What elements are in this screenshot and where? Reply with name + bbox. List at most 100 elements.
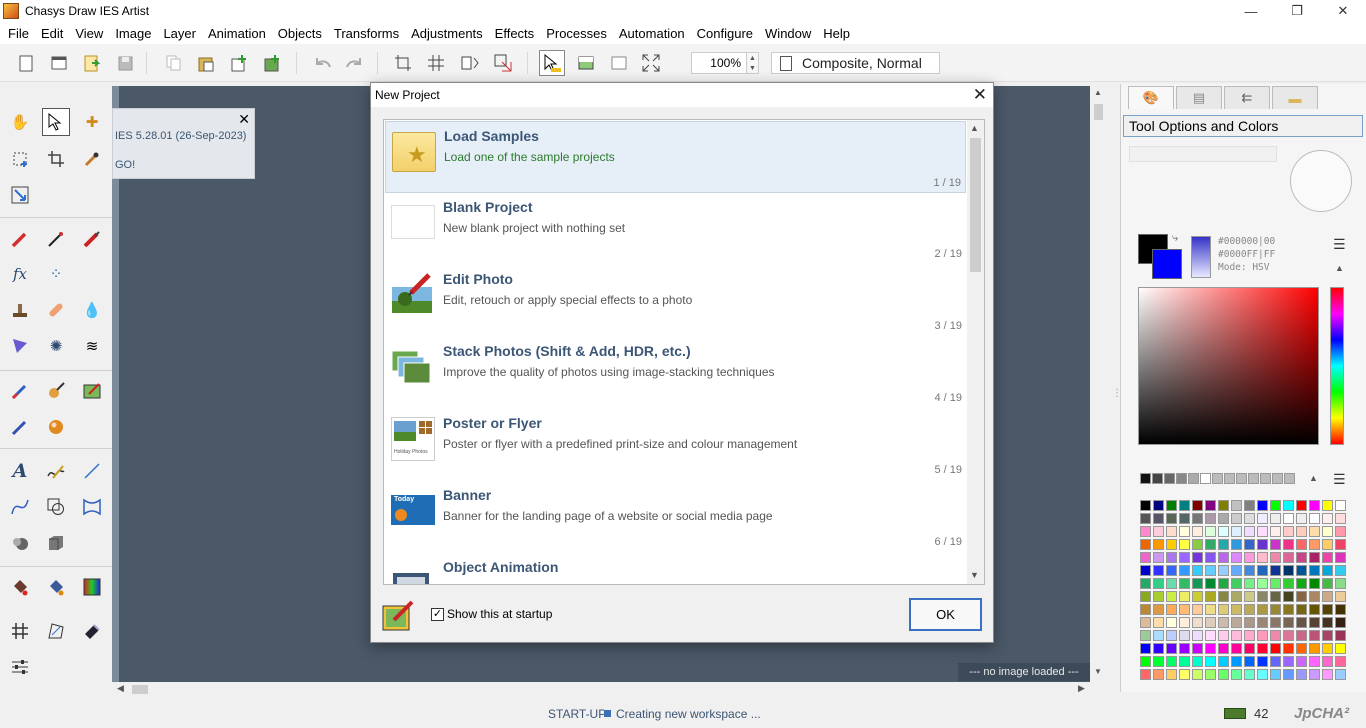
palette-swatch[interactable]: [1296, 643, 1307, 654]
palette-swatch[interactable]: [1322, 565, 1333, 576]
palette-swatch[interactable]: [1335, 539, 1346, 550]
list-item-banner[interactable]: Today Banner Banner for the landing page…: [385, 481, 966, 553]
palette-swatch[interactable]: [1179, 565, 1190, 576]
fill-tool-icon[interactable]: [8, 575, 32, 599]
palette-swatch[interactable]: [1309, 513, 1320, 524]
palette-swatch[interactable]: [1192, 617, 1203, 628]
palette-swatch[interactable]: [1322, 643, 1333, 654]
palette-swatch[interactable]: [1218, 578, 1229, 589]
palette-swatch[interactable]: [1270, 630, 1281, 641]
brush-tool-icon[interactable]: [80, 227, 104, 251]
image-view-icon[interactable]: [576, 53, 596, 73]
signature-tool-icon[interactable]: [44, 459, 68, 483]
palette-swatch[interactable]: [1192, 578, 1203, 589]
palette-swatch[interactable]: [1192, 630, 1203, 641]
palette-swatch[interactable]: [1231, 513, 1242, 524]
palette-swatch[interactable]: [1153, 513, 1164, 524]
palette-swatch[interactable]: [1218, 643, 1229, 654]
grayscale-swatches[interactable]: [1140, 473, 1295, 484]
palette-swatch[interactable]: [1296, 565, 1307, 576]
select-pointer-icon[interactable]: [539, 50, 565, 76]
palette-swatch[interactable]: [1231, 565, 1242, 576]
palette-swatch[interactable]: [1153, 630, 1164, 641]
palette-swatch[interactable]: [1244, 617, 1255, 628]
palette-swatch[interactable]: [1153, 656, 1164, 667]
palette-swatch[interactable]: [1283, 669, 1294, 680]
palette-swatch[interactable]: [1322, 578, 1333, 589]
palette-swatch[interactable]: [1192, 669, 1203, 680]
gray-swatch[interactable]: [1176, 473, 1187, 484]
menu-edit[interactable]: Edit: [35, 26, 69, 41]
palette-swatch[interactable]: [1205, 500, 1216, 511]
copy-icon[interactable]: [163, 53, 183, 73]
menu-adjustments[interactable]: Adjustments: [405, 26, 489, 41]
zoom-input[interactable]: 100%: [691, 52, 747, 74]
palette-swatch[interactable]: [1218, 617, 1229, 628]
palette-swatch[interactable]: [1140, 500, 1151, 511]
gray-swatch[interactable]: [1152, 473, 1163, 484]
palette-swatch[interactable]: [1296, 591, 1307, 602]
palette-swatch[interactable]: [1296, 500, 1307, 511]
palette-swatch[interactable]: [1205, 630, 1216, 641]
palette-swatch[interactable]: [1244, 656, 1255, 667]
save-icon[interactable]: [115, 53, 135, 73]
palette-swatch[interactable]: [1166, 604, 1177, 615]
blend-mode-button[interactable]: Composite, Normal: [771, 52, 940, 74]
gray-swatch[interactable]: [1284, 473, 1295, 484]
palette-swatch[interactable]: [1166, 591, 1177, 602]
palette-swatch[interactable]: [1205, 591, 1216, 602]
menu-view[interactable]: View: [69, 26, 109, 41]
palette-swatch[interactable]: [1335, 500, 1346, 511]
palette-swatch[interactable]: [1218, 656, 1229, 667]
menu-automation[interactable]: Automation: [613, 26, 691, 41]
palette-swatch[interactable]: [1166, 513, 1177, 524]
palette-swatch[interactable]: [1335, 643, 1346, 654]
panel-splitter-icon[interactable]: ⋮: [1112, 388, 1122, 399]
palette-swatch[interactable]: [1283, 565, 1294, 576]
palette-swatch[interactable]: [1309, 500, 1320, 511]
list-item-blank-project[interactable]: Blank Project New blank project with not…: [385, 193, 966, 265]
palette-swatch[interactable]: [1244, 643, 1255, 654]
palette-swatch[interactable]: [1192, 526, 1203, 537]
palette-swatch[interactable]: [1244, 526, 1255, 537]
palette-swatch[interactable]: [1192, 591, 1203, 602]
palette-swatch[interactable]: [1140, 669, 1151, 680]
palette-swatch[interactable]: [1205, 604, 1216, 615]
palette-swatch[interactable]: [1179, 656, 1190, 667]
palette-swatch[interactable]: [1140, 552, 1151, 563]
palette-swatch[interactable]: [1153, 617, 1164, 628]
fullscreen-icon[interactable]: [641, 53, 661, 73]
palette-swatch[interactable]: [1309, 630, 1320, 641]
gray-swatch[interactable]: [1260, 473, 1271, 484]
text-tool-icon[interactable]: A: [8, 459, 32, 483]
palette-swatch[interactable]: [1218, 526, 1229, 537]
palette-swatch[interactable]: [1192, 500, 1203, 511]
palette-swatch[interactable]: [1335, 552, 1346, 563]
palette-swatch[interactable]: [1335, 565, 1346, 576]
palette-swatch[interactable]: [1192, 552, 1203, 563]
palette-swatch[interactable]: [1166, 643, 1177, 654]
palette-swatch[interactable]: [1231, 604, 1242, 615]
palette-swatch[interactable]: [1244, 565, 1255, 576]
blur-tool-icon[interactable]: [8, 531, 32, 555]
line-tool-icon[interactable]: [80, 459, 104, 483]
list-item-poster[interactable]: Holiday Photos Poster or Flyer Poster or…: [385, 409, 966, 481]
select-rect-tool-icon[interactable]: [8, 147, 32, 171]
palette-swatch[interactable]: [1218, 591, 1229, 602]
list-scrollbar[interactable]: ▲ ▼: [967, 120, 984, 584]
blank-view-icon[interactable]: [609, 53, 629, 73]
palette-swatch[interactable]: [1270, 500, 1281, 511]
palette-swatch[interactable]: [1205, 643, 1216, 654]
menu-image[interactable]: Image: [109, 26, 157, 41]
list-item-edit-photo[interactable]: Edit Photo Edit, retouch or apply specia…: [385, 265, 966, 337]
menu-transforms[interactable]: Transforms: [328, 26, 405, 41]
info-close-icon[interactable]: ✕: [238, 111, 250, 128]
palette-swatch[interactable]: [1192, 565, 1203, 576]
list-item-object-animation[interactable]: Object Animation: [385, 553, 966, 584]
palette-swatch[interactable]: [1335, 617, 1346, 628]
palette-swatch[interactable]: [1322, 526, 1333, 537]
palette-swatch[interactable]: [1192, 643, 1203, 654]
palette-swatch[interactable]: [1231, 539, 1242, 550]
palette-swatch[interactable]: [1140, 630, 1151, 641]
gradient-preview[interactable]: [1191, 236, 1211, 278]
